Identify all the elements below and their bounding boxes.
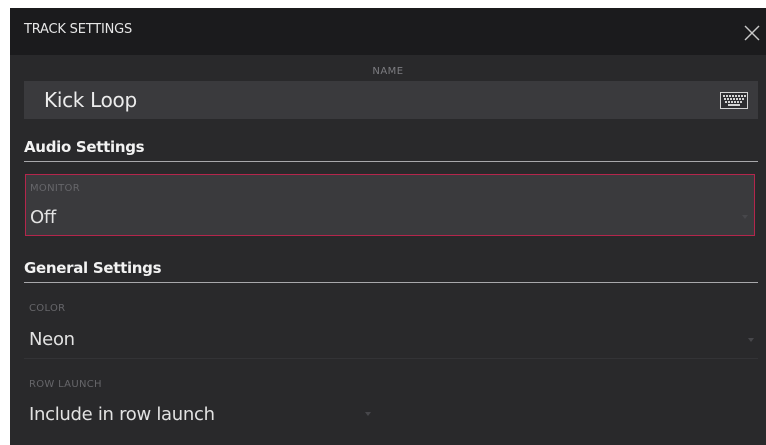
title-bar: TRACK SETTINGS bbox=[10, 8, 766, 55]
general-settings-heading: General Settings bbox=[24, 259, 162, 277]
track-name-field[interactable]: Kick Loop bbox=[24, 81, 758, 119]
color-select[interactable]: COLOR Neon bbox=[24, 298, 758, 358]
color-divider bbox=[24, 358, 758, 359]
close-button[interactable] bbox=[738, 18, 766, 46]
audio-settings-heading: Audio Settings bbox=[24, 138, 145, 156]
close-icon bbox=[744, 25, 760, 41]
row-launch-value: Include in row launch bbox=[29, 404, 215, 425]
row-launch-label: ROW LAUNCH bbox=[29, 379, 102, 390]
name-label: NAME bbox=[372, 66, 404, 77]
general-settings-rule bbox=[24, 282, 758, 283]
keyboard-icon bbox=[720, 92, 748, 109]
color-label: COLOR bbox=[29, 303, 66, 314]
row-launch-select[interactable]: ROW LAUNCH Include in row launch bbox=[24, 373, 758, 439]
dialog-title: TRACK SETTINGS bbox=[24, 22, 133, 37]
chevron-down-icon bbox=[742, 215, 748, 219]
color-value: Neon bbox=[29, 329, 75, 350]
monitor-value: Off bbox=[30, 207, 56, 228]
monitor-label: MONITOR bbox=[30, 183, 80, 194]
track-name-value: Kick Loop bbox=[44, 88, 137, 112]
monitor-select[interactable]: MONITOR Off bbox=[25, 174, 755, 236]
chevron-down-icon bbox=[748, 338, 754, 342]
track-settings-dialog: TRACK SETTINGS NAME Kick Loop Audio Sett… bbox=[10, 8, 766, 445]
chevron-down-icon bbox=[365, 412, 371, 416]
keyboard-button[interactable] bbox=[720, 92, 748, 109]
audio-settings-rule bbox=[24, 161, 758, 162]
